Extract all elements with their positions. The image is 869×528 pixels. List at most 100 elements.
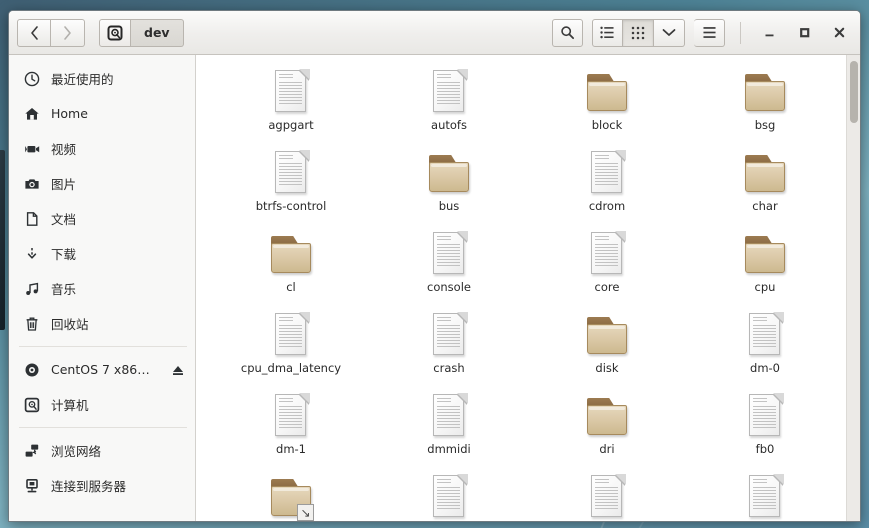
document-icon — [272, 150, 310, 196]
sidebar-separator-2 — [19, 427, 187, 428]
sidebar-item-computer[interactable]: 计算机 — [9, 387, 195, 422]
file-item[interactable]: cl — [212, 225, 370, 306]
sidebar-item-browse-network[interactable]: 浏览网络 — [9, 433, 195, 468]
trash-icon — [23, 315, 40, 332]
sidebar-item-label: 计算机 — [51, 398, 89, 413]
sidebar-item-videos[interactable]: 视频 — [9, 131, 195, 166]
document-icon — [588, 150, 626, 196]
file-item[interactable] — [370, 468, 528, 521]
video-icon — [23, 140, 40, 157]
back-button[interactable] — [17, 18, 51, 47]
file-name-label: crash — [433, 361, 465, 375]
sidebar: 最近使用的 Home 视频 图片 文档 下载 音乐 回收站 CentOS 7 x… — [9, 55, 196, 521]
document-icon — [746, 393, 784, 439]
grid-view-button[interactable] — [623, 18, 654, 47]
file-item[interactable]: fb0 — [686, 387, 844, 468]
menu-button[interactable] — [694, 18, 725, 47]
file-name-label: cpu_dma_latency — [240, 361, 342, 375]
file-item[interactable]: ↘ — [212, 468, 370, 521]
file-grid-area: agpgart autofs block bsg btrfs-control bus cdr… — [196, 55, 860, 521]
sidebar-item-music[interactable]: 音乐 — [9, 271, 195, 306]
file-item[interactable] — [528, 468, 686, 521]
file-item[interactable]: bus — [370, 144, 528, 225]
minimize-icon — [765, 34, 773, 37]
server-connect-icon — [23, 477, 40, 494]
eject-icon[interactable] — [171, 363, 185, 377]
file-item[interactable]: bsg — [686, 63, 844, 144]
sidebar-item-label: 连接到服务器 — [51, 479, 127, 494]
document-icon — [272, 312, 310, 358]
sidebar-item-recent[interactable]: 最近使用的 — [9, 61, 195, 96]
sidebar-item-documents[interactable]: 文档 — [9, 201, 195, 236]
file-name-label: dm-1 — [276, 442, 306, 456]
document-icon — [23, 210, 40, 227]
sidebar-item-label: 回收站 — [51, 317, 89, 332]
sidebar-item-home[interactable]: Home — [9, 96, 195, 131]
file-item[interactable]: block — [528, 63, 686, 144]
chevron-down-icon — [662, 29, 676, 36]
file-item[interactable] — [686, 468, 844, 521]
network-icon — [23, 442, 40, 459]
view-options-button[interactable] — [654, 18, 685, 47]
document-icon — [588, 231, 626, 277]
document-icon — [430, 474, 468, 520]
file-item[interactable]: btrfs-control — [212, 144, 370, 225]
document-icon — [272, 393, 310, 439]
maximize-button[interactable] — [791, 20, 817, 46]
sidebar-item-trash[interactable]: 回收站 — [9, 306, 195, 341]
file-item[interactable]: core — [528, 225, 686, 306]
vertical-scrollbar[interactable] — [846, 55, 860, 521]
home-icon — [23, 105, 40, 122]
file-item[interactable]: cdrom — [528, 144, 686, 225]
file-name-label: autofs — [431, 118, 467, 132]
camera-icon — [23, 175, 40, 192]
sidebar-item-centos-disc[interactable]: CentOS 7 x86… — [9, 352, 195, 387]
file-item[interactable]: cpu — [686, 225, 844, 306]
file-item[interactable]: autofs — [370, 63, 528, 144]
scrollbar-thumb[interactable] — [850, 61, 858, 123]
forward-button[interactable] — [51, 18, 85, 47]
folder-icon — [585, 393, 629, 439]
sidebar-item-label: 音乐 — [51, 282, 77, 297]
music-icon — [23, 280, 40, 297]
sidebar-item-pictures[interactable]: 图片 — [9, 166, 195, 201]
close-button[interactable] — [826, 20, 852, 46]
file-item[interactable]: dmmidi — [370, 387, 528, 468]
file-item[interactable]: cpu_dma_latency — [212, 306, 370, 387]
file-item[interactable]: disk — [528, 306, 686, 387]
folder-icon — [427, 150, 471, 196]
folder-icon — [269, 231, 313, 277]
file-grid: agpgart autofs block bsg btrfs-control bus cdr… — [196, 55, 860, 521]
file-item[interactable]: dm-0 — [686, 306, 844, 387]
window-body: 最近使用的 Home 视频 图片 文档 下载 音乐 回收站 CentOS 7 x… — [9, 55, 860, 521]
file-item[interactable]: console — [370, 225, 528, 306]
folder-icon — [743, 231, 787, 277]
file-name-label: console — [427, 280, 471, 294]
document-icon — [430, 231, 468, 277]
folder-icon — [585, 312, 629, 358]
minimize-button[interactable] — [756, 20, 782, 46]
breadcrumb-current-button[interactable]: dev — [131, 18, 184, 47]
sidebar-item-label: 视频 — [51, 142, 77, 157]
list-view-button[interactable] — [592, 18, 623, 47]
file-item[interactable]: crash — [370, 306, 528, 387]
folder-icon — [743, 69, 787, 115]
hamburger-menu-icon — [702, 27, 716, 38]
sidebar-item-connect-to-server[interactable]: 连接到服务器 — [9, 468, 195, 503]
file-name-label: cdrom — [588, 199, 626, 213]
sidebar-separator-1 — [19, 346, 187, 347]
breadcrumb: dev — [99, 18, 184, 47]
document-icon — [430, 69, 468, 115]
file-item[interactable]: char — [686, 144, 844, 225]
sidebar-item-downloads[interactable]: 下载 — [9, 236, 195, 271]
file-item[interactable]: agpgart — [212, 63, 370, 144]
file-name-label: dm-0 — [750, 361, 780, 375]
breadcrumb-root-button[interactable] — [99, 18, 131, 47]
view-mode-buttons — [592, 18, 685, 47]
file-name-label: bsg — [754, 118, 776, 132]
maximize-icon — [799, 28, 809, 38]
search-button[interactable] — [552, 18, 583, 47]
file-item[interactable]: dm-1 — [212, 387, 370, 468]
download-icon — [23, 245, 40, 262]
file-item[interactable]: dri — [528, 387, 686, 468]
